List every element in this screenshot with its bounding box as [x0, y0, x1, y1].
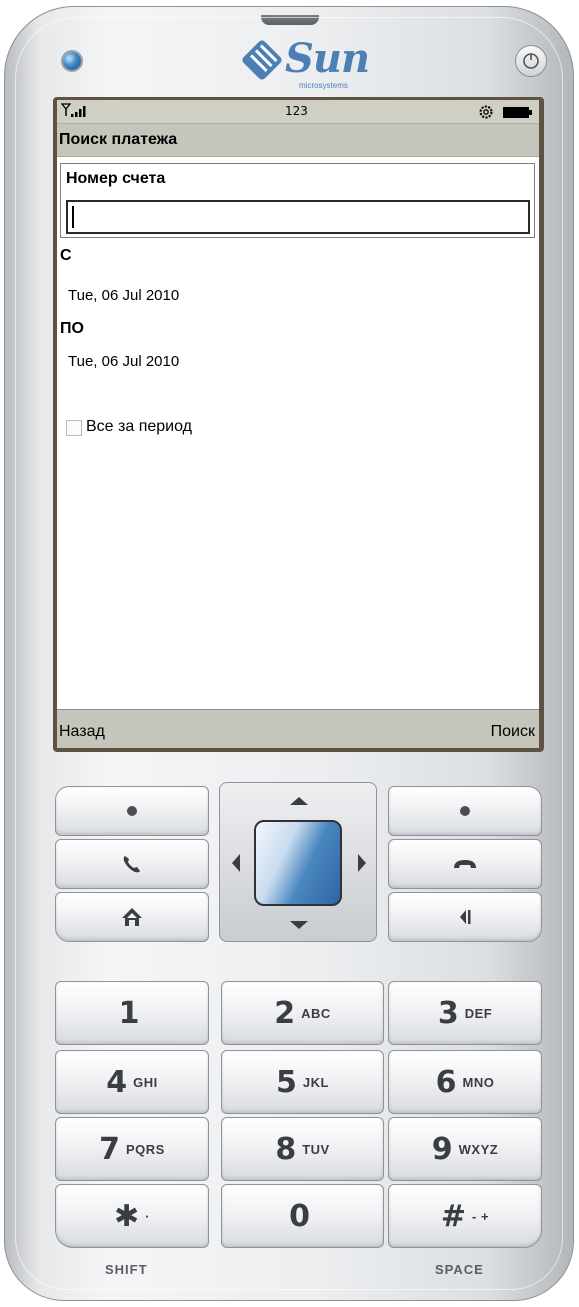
- key-9[interactable]: 9 WXYZ: [388, 1117, 542, 1181]
- key-4[interactable]: 4 GHI: [55, 1050, 209, 1114]
- to-date-label: ПО: [60, 320, 84, 337]
- key-sub-label: JKL: [302, 1074, 329, 1090]
- key-3[interactable]: 3 DEF: [388, 981, 542, 1045]
- key-sub-label: PQRS: [126, 1141, 165, 1157]
- sun-logo: Sun microsystems: [237, 33, 370, 95]
- key-8[interactable]: 8 TUV: [221, 1117, 384, 1181]
- all-period-label[interactable]: Все за период: [86, 418, 192, 436]
- key-sub-label: TUV: [302, 1141, 330, 1157]
- key-sub-label: - +: [472, 1208, 490, 1224]
- key-main-label: 9: [431, 1131, 453, 1167]
- key-sub-label: DEF: [464, 1005, 493, 1021]
- navigation-pad[interactable]: [219, 782, 377, 942]
- brand-subtitle: microsystems: [299, 81, 348, 90]
- key-main-label: 5: [276, 1064, 297, 1100]
- up-arrow-icon: [290, 797, 308, 805]
- screen: 123 Поиск платежа Номер счета С Tue, 06 …: [57, 100, 539, 748]
- down-arrow-icon: [290, 921, 308, 929]
- power-button[interactable]: [515, 45, 547, 77]
- key-sub-label: MNO: [462, 1074, 495, 1090]
- to-date-value[interactable]: Tue, 06 Jul 2010: [68, 353, 179, 370]
- key-main-label: 0: [289, 1198, 310, 1234]
- status-led-icon: [63, 52, 81, 70]
- brand-name: Sun: [285, 35, 370, 82]
- key-main-label: 3: [437, 995, 459, 1031]
- signal-icon: [61, 103, 86, 117]
- key-main-label: 7: [99, 1131, 121, 1167]
- key-main-label: 1: [118, 995, 140, 1031]
- key-main-label: #: [440, 1198, 467, 1234]
- account-number-input[interactable]: [66, 200, 530, 234]
- key-5[interactable]: 5 JKL: [221, 1050, 384, 1114]
- right-arrow-icon: [358, 854, 366, 872]
- key-7[interactable]: 7 PQRS: [55, 1117, 209, 1181]
- keypad: 1 2 ABC 3 DEF 4 GHI 5 JKL 6 MNO 7 PQRS 8 TUV 9 WXYZ ✱ · 0 # -…: [53, 782, 545, 1252]
- status-center-text: 123: [285, 104, 308, 118]
- left-softkey-button[interactable]: [55, 786, 209, 836]
- left-arrow-icon: [232, 854, 240, 872]
- power-icon: [523, 53, 539, 69]
- key-10[interactable]: ✱ ·: [55, 1184, 209, 1248]
- battery-icon: [503, 107, 532, 118]
- back-softkey[interactable]: Назад: [59, 723, 105, 741]
- from-date-value[interactable]: Tue, 06 Jul 2010: [68, 287, 179, 304]
- account-field-group: Номер счета: [60, 163, 535, 238]
- select-button[interactable]: [254, 820, 342, 906]
- account-number-label: Номер счета: [66, 170, 166, 187]
- status-bar: 123: [57, 100, 539, 124]
- call-button[interactable]: [55, 839, 209, 889]
- key-11[interactable]: 0: [221, 1184, 384, 1248]
- clear-button[interactable]: [388, 892, 542, 942]
- key-sub-label: ABC: [301, 1005, 331, 1021]
- all-period-checkbox[interactable]: [66, 420, 82, 436]
- key-1[interactable]: 1: [55, 981, 209, 1045]
- backspace-icon: [460, 910, 471, 924]
- key-main-label: 2: [274, 995, 296, 1031]
- key-12[interactable]: # - +: [388, 1184, 542, 1248]
- dot-icon: [127, 806, 137, 816]
- key-6[interactable]: 6 MNO: [388, 1050, 542, 1114]
- right-softkey-button[interactable]: [388, 786, 542, 836]
- key-2[interactable]: 2 ABC: [221, 981, 384, 1045]
- screen-title: Поиск платежа: [57, 124, 539, 157]
- gear-icon: [479, 105, 493, 119]
- key-sub-label: GHI: [133, 1074, 158, 1090]
- home-icon: [122, 908, 142, 926]
- from-date-label: С: [60, 247, 72, 264]
- home-button[interactable]: [55, 892, 209, 942]
- key-sub-label: ·: [145, 1208, 150, 1224]
- key-main-label: 8: [275, 1131, 297, 1167]
- hang-up-icon: [454, 860, 476, 868]
- search-softkey[interactable]: Поиск: [491, 723, 535, 741]
- sun-logo-icon: [242, 40, 282, 80]
- key-main-label: 6: [435, 1064, 457, 1100]
- phone-call-icon: [123, 856, 140, 873]
- dot-icon: [460, 806, 470, 816]
- shift-label: SHIFT: [105, 1262, 148, 1277]
- softkey-bar: Назад Поиск: [57, 709, 539, 748]
- end-call-button[interactable]: [388, 839, 542, 889]
- key-sub-label: WXYZ: [458, 1141, 499, 1157]
- key-main-label: 4: [106, 1064, 128, 1100]
- text-caret: [72, 206, 74, 228]
- space-label: SPACE: [435, 1262, 484, 1277]
- top-notch: [261, 15, 319, 25]
- key-main-label: ✱: [114, 1198, 140, 1234]
